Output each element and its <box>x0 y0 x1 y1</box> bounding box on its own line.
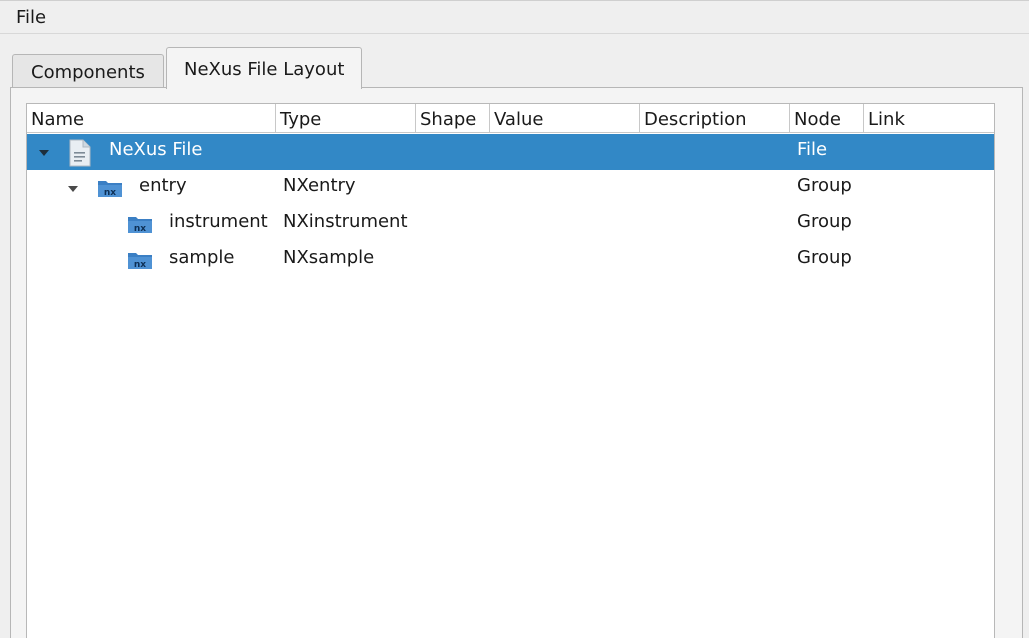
tree-row-node: File <box>797 139 828 160</box>
expand-arrow-icon[interactable] <box>39 150 49 156</box>
svg-text:nx: nx <box>134 224 146 234</box>
nexus-tree-view[interactable]: Name Type Shape Value Description Node L… <box>26 103 995 638</box>
svg-text:nx: nx <box>134 260 146 270</box>
tree-row-entry[interactable]: nx entry NXentry Group <box>27 170 994 206</box>
tree-row-type: NXinstrument <box>283 211 408 232</box>
main-window: File Components NeXus File Layout Name T… <box>0 0 1029 638</box>
tree-row-instrument[interactable]: nx instrument NXinstrument Group <box>27 206 994 242</box>
tab-nexus-file-layout-label: NeXus File Layout <box>184 59 345 80</box>
menu-bar: File <box>0 1 1029 34</box>
tree-row-name: instrument <box>169 211 268 232</box>
column-header-type[interactable]: Type <box>276 104 416 133</box>
tree-row-node: Group <box>797 175 852 196</box>
document-icon <box>69 139 91 167</box>
column-header-description[interactable]: Description <box>640 104 790 133</box>
tree-row-name: NeXus File <box>109 139 203 160</box>
column-header-node[interactable]: Node <box>790 104 864 133</box>
column-header-value[interactable]: Value <box>490 104 640 133</box>
tree-row-nexus-file[interactable]: NeXus File File <box>27 134 994 170</box>
tree-header: Name Type Shape Value Description Node L… <box>27 104 994 133</box>
tree-row-node: Group <box>797 211 852 232</box>
menu-file[interactable]: File <box>16 7 46 28</box>
nx-folder-icon: nx <box>128 253 152 270</box>
column-header-name[interactable]: Name <box>27 104 276 133</box>
svg-text:nx: nx <box>104 188 116 198</box>
tree-row-type: NXsample <box>283 247 375 268</box>
expand-arrow-icon[interactable] <box>68 186 78 192</box>
nx-folder-icon: nx <box>128 217 152 234</box>
tree-row-name: entry <box>139 175 187 196</box>
tree-row-sample[interactable]: nx sample NXsample Group <box>27 242 994 278</box>
tab-components[interactable]: Components <box>12 54 164 88</box>
tab-nexus-file-layout[interactable]: NeXus File Layout <box>166 47 362 89</box>
column-header-link[interactable]: Link <box>864 104 994 133</box>
nx-folder-icon: nx <box>98 181 122 198</box>
column-header-shape[interactable]: Shape <box>416 104 490 133</box>
tree-row-name: sample <box>169 247 235 268</box>
tab-components-label: Components <box>31 62 145 83</box>
tree-row-node: Group <box>797 247 852 268</box>
tree-row-type: NXentry <box>283 175 356 196</box>
